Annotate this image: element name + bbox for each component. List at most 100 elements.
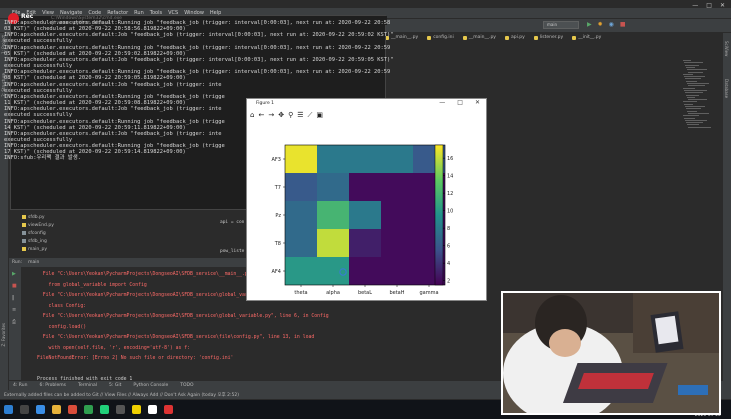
traceback-line: class Config: <box>37 303 87 309</box>
heatmap-cell <box>317 229 349 257</box>
rerun-icon[interactable]: ▶ <box>12 271 16 277</box>
app-icon[interactable] <box>148 405 157 414</box>
sciview-tool-tab[interactable]: SciView <box>724 41 729 56</box>
home-icon[interactable]: ⌂ <box>250 111 254 119</box>
traceback-line: config.load() <box>37 324 87 330</box>
colorbar-tick-label: 16 <box>447 156 453 162</box>
explorer-icon[interactable] <box>52 405 61 414</box>
edge-icon[interactable] <box>36 405 45 414</box>
tool-tab-terminal[interactable]: Terminal <box>78 383 97 388</box>
lines-icon[interactable]: ⟋ <box>308 111 313 120</box>
pycharm-icon[interactable] <box>100 405 109 414</box>
run-output-line <box>37 365 329 376</box>
figure-minimize-button[interactable]: — <box>439 99 445 106</box>
back-icon[interactable]: ← <box>258 111 264 119</box>
traceback-line: FileNotFoundError: [Errno 2] No such fil… <box>37 356 234 361</box>
minimap-line <box>684 76 705 78</box>
heatmap-cell <box>349 229 381 257</box>
x-tick-label: betaH <box>389 290 404 296</box>
print-icon[interactable]: ⎙ <box>12 319 16 325</box>
close-button[interactable]: ✕ <box>720 2 725 9</box>
record-label: Rec <box>21 13 34 20</box>
minimap-line <box>688 112 709 114</box>
tab-config[interactable]: config.ini <box>427 35 454 40</box>
pan-icon[interactable]: ✥ <box>278 111 284 119</box>
pause-icon[interactable]: ‖ <box>12 295 15 301</box>
forward-icon[interactable]: → <box>268 111 274 119</box>
tree-item-label: viewEnd.py <box>28 223 54 228</box>
colorbar-tick-label: 4 <box>447 261 450 267</box>
figure-close-button[interactable]: ✕ <box>475 99 480 106</box>
x-tick-label: theta <box>294 290 307 296</box>
heatmap-cell <box>349 145 381 173</box>
heatmap-cell <box>381 229 413 257</box>
tab-label: listener.py <box>539 35 564 40</box>
tree-item[interactable]: main_py <box>22 246 54 254</box>
run-icon[interactable]: ▶ <box>587 21 592 28</box>
minimap-line <box>686 122 703 124</box>
tree-item[interactable]: sfconfig <box>22 230 54 238</box>
python-file-icon <box>22 222 26 227</box>
y-tick-label: T8 <box>274 241 281 247</box>
tab-main-2[interactable]: __main__.py <box>462 35 496 40</box>
minimap-line <box>684 89 707 91</box>
tab-listener[interactable]: listener.py <box>533 35 564 40</box>
run-config-tab[interactable]: main <box>28 260 39 265</box>
stop-icon[interactable]: ■ <box>12 283 17 289</box>
minimap-line <box>686 108 701 110</box>
minimize-button[interactable]: — <box>692 2 698 9</box>
tool-tab-problems[interactable]: 6: Problems <box>39 383 66 388</box>
database-tool-tab[interactable]: Database <box>724 79 729 98</box>
heatmap-cell <box>285 229 317 257</box>
x-tick-label: betaL <box>358 290 372 296</box>
app-icon[interactable] <box>68 405 77 414</box>
tool-tab-run[interactable]: 4: Run <box>13 383 27 388</box>
tree-item[interactable]: viewEnd.py <box>22 222 54 230</box>
minimap-line <box>685 78 701 80</box>
tool-tab-git[interactable]: 5: Git <box>109 383 121 388</box>
configure-icon[interactable]: ☰ <box>297 111 303 119</box>
tab-label: __main__.py <box>391 35 419 40</box>
app-icon[interactable] <box>84 405 93 414</box>
minimap-line <box>683 60 691 61</box>
favorites-tool-tab[interactable]: Z: Favorites <box>1 323 6 346</box>
zoom-icon[interactable]: ⚲ <box>288 111 293 119</box>
figure-maximize-button[interactable]: □ <box>457 99 463 106</box>
window-controls: — □ ✕ <box>692 2 725 9</box>
search-icon[interactable] <box>20 405 29 414</box>
heatmap-cell <box>317 145 349 173</box>
code-line: api = con <box>220 220 245 225</box>
minimap-line <box>688 71 703 73</box>
run-config-select[interactable]: main <box>543 21 579 29</box>
minimap-line <box>683 115 699 117</box>
app-icon[interactable] <box>132 405 141 414</box>
debug-icon[interactable]: ✹ <box>598 21 603 28</box>
right-tool-strip: SciView Database <box>723 33 731 393</box>
tree-item[interactable]: sfdb.py <box>22 214 54 222</box>
traceback-line: File "C:\Users\Yeokan\PycharmProjects\Do… <box>37 335 315 340</box>
save-icon[interactable]: ▣ <box>316 111 323 119</box>
app-icon[interactable] <box>164 405 173 414</box>
stop-icon[interactable]: ■ <box>620 21 626 28</box>
y-tick-label: T7 <box>274 185 281 191</box>
heatmap-cell <box>285 145 317 173</box>
tab-label: api.py <box>510 35 525 40</box>
y-tick-label: Pz <box>275 213 281 219</box>
tab-init[interactable]: __init__.py <box>572 35 601 40</box>
tool-tab-todo[interactable]: TODO <box>180 383 193 388</box>
heatmap-cell <box>285 257 317 285</box>
colorbar-tick-label: 12 <box>447 191 453 197</box>
maximize-button[interactable]: □ <box>706 2 712 9</box>
ini-file-icon <box>427 35 432 40</box>
minimap-line <box>683 101 697 103</box>
app-icon[interactable] <box>116 405 125 414</box>
colorbar-tick-label: 6 <box>447 243 450 249</box>
tool-tab-python-console[interactable]: Python Console <box>133 383 168 388</box>
coverage-icon[interactable]: ◉ <box>609 21 614 28</box>
minimap-line <box>683 73 693 75</box>
scroll-icon[interactable]: ≡ <box>12 307 16 313</box>
tab-api[interactable]: api.py <box>504 35 525 40</box>
start-icon[interactable] <box>4 405 13 414</box>
x-tick-label: alpha <box>326 290 340 296</box>
tree-item[interactable]: sfdb_ing <box>22 238 54 246</box>
